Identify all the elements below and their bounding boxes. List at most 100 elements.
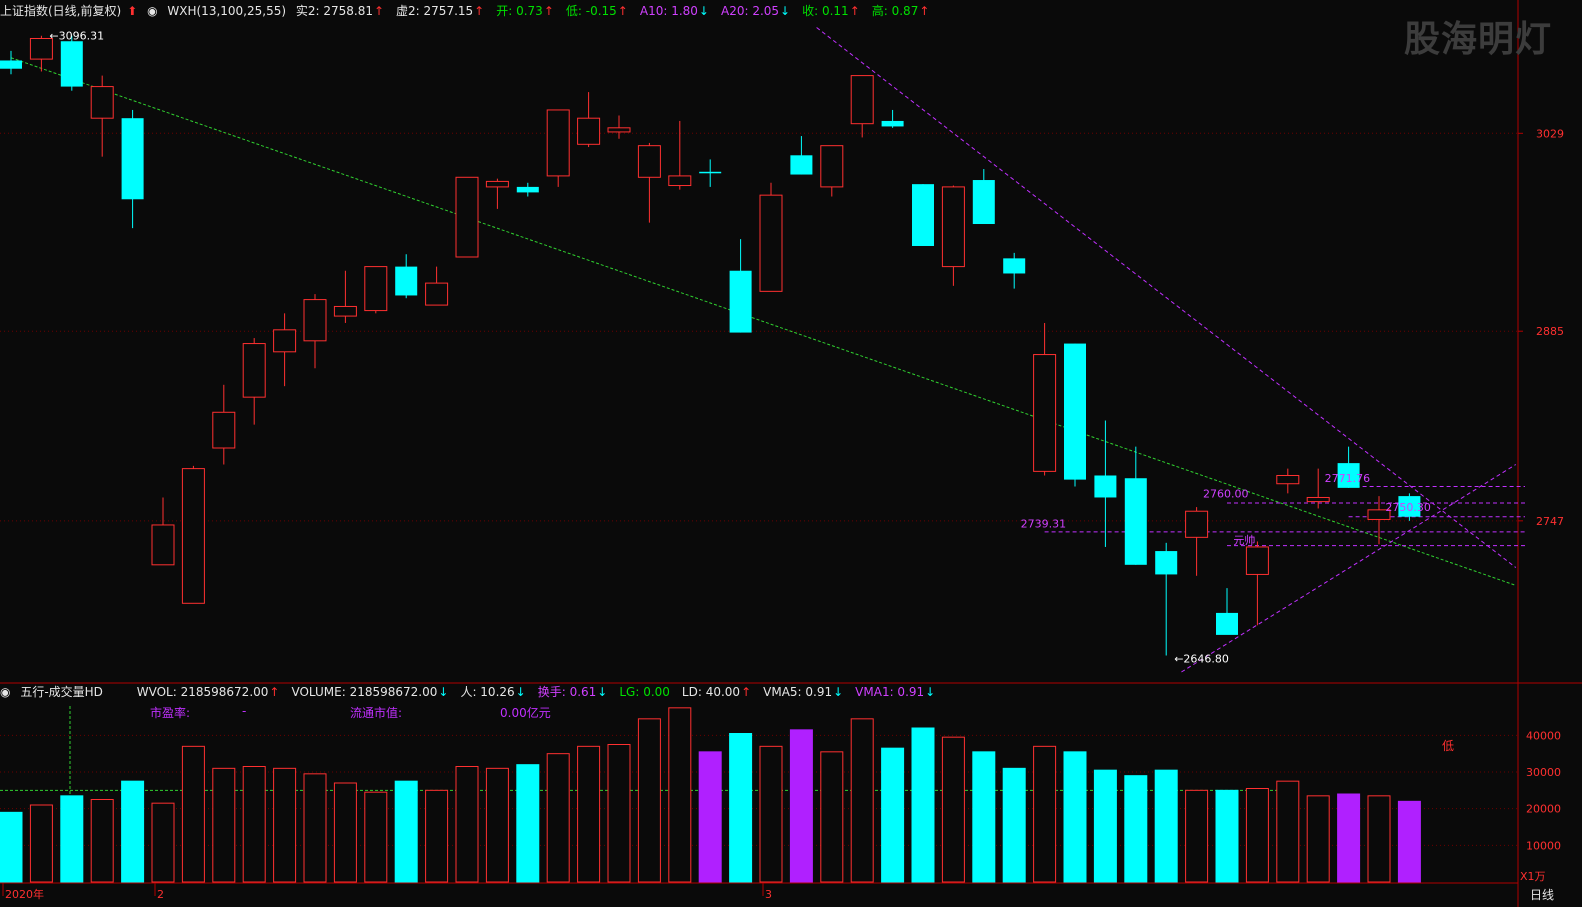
- volume-bar: [1215, 789, 1239, 883]
- chart-canvas[interactable]: 3029 2885 2747 40000 30000 20000 10000 X1万日线 202…: [0, 0, 1582, 907]
- volume-bar: [668, 707, 692, 883]
- volume-bar: [729, 733, 753, 883]
- volume-bar: [1306, 795, 1330, 883]
- volume-bar: [29, 804, 53, 883]
- candle-body: [759, 194, 783, 292]
- watermark-logo: 股海明灯: [1403, 19, 1552, 60]
- volume-value-item: LD: 40.00↑: [681, 685, 752, 699]
- candle-body: [303, 299, 327, 342]
- volume-value-item: VMA5: 0.91↓: [763, 685, 844, 699]
- up-arrow-icon: ⬆: [127, 4, 138, 18]
- volume-bar: [1367, 795, 1391, 883]
- candle-body: [455, 176, 479, 258]
- volume-bar: [121, 780, 145, 883]
- header-value-item: 高: 0.87↑: [871, 4, 930, 18]
- volume-values: WVOL: 218598672.00↑ VOLUME: 218598672.00↓…: [137, 685, 947, 699]
- symbol-title[interactable]: 上证指数(日线,前复权): [0, 4, 121, 18]
- volume-bar: [485, 767, 509, 883]
- volume-bar: [850, 718, 874, 883]
- volume-indicator-title[interactable]: 五行-成交量HD: [20, 685, 103, 699]
- candle-body: [1094, 475, 1117, 498]
- volume-bar: [1154, 769, 1178, 883]
- volume-tick-label: 30000: [1526, 766, 1561, 779]
- candle-body: [699, 171, 722, 174]
- volume-bar: [242, 766, 266, 883]
- indicator-values: 实2: 2758.81↑ 虚2: 2757.15↑ 开: 0.73↑ 低: -0.15…: [296, 4, 942, 18]
- header-value-item: 低: -0.15↑: [565, 4, 628, 18]
- candle-body: [668, 175, 692, 187]
- candle-body: [151, 524, 175, 566]
- volume-bar: [911, 727, 935, 883]
- settings-circle-icon[interactable]: ◉: [147, 4, 157, 18]
- candle-body: [881, 120, 904, 127]
- period-label: 日线: [1530, 888, 1554, 902]
- volume-bar: [0, 811, 23, 883]
- up-arrow-icon: ↑: [919, 4, 930, 18]
- volume-unit-label: X1万: [1520, 870, 1546, 883]
- down-arrow-icon: ↓: [515, 685, 526, 699]
- candle-body: [1033, 354, 1057, 472]
- up-arrow-icon: ↑: [849, 4, 860, 18]
- time-tick-label: 3: [765, 888, 772, 901]
- candle-body: [637, 145, 661, 178]
- stock-chart: 3029 2885 2747 40000 30000 20000 10000 X1万 日线 202…: [0, 0, 1582, 907]
- candle-body: [121, 118, 144, 200]
- up-arrow-icon: ↑: [373, 4, 385, 18]
- candle-body: [972, 180, 995, 225]
- volume-bar: [1337, 793, 1361, 883]
- volume-bar: [1397, 800, 1421, 883]
- time-tick-label: 2: [157, 888, 164, 901]
- down-arrow-icon: ↓: [597, 685, 608, 699]
- down-arrow-icon: ↓: [780, 4, 791, 18]
- trendline-magenta: [816, 27, 1517, 568]
- volume-header: ◉ 五行-成交量HD WVOL: 218598672.00↑ VOLUME: 21…: [0, 684, 953, 700]
- candle-body: [273, 329, 297, 353]
- candle-body: [181, 468, 205, 604]
- down-arrow-icon: ↓: [925, 685, 936, 699]
- candle-body: [60, 41, 83, 87]
- down-arrow-icon: ↓: [698, 4, 709, 18]
- price-annotation: 2760.00: [1203, 487, 1249, 500]
- trendline-green: [10, 57, 1516, 586]
- candle-body: [333, 305, 357, 317]
- candle-body: [1003, 258, 1026, 274]
- side-label: 低: [1442, 739, 1454, 753]
- header-value-item: 开: 0.73↑: [496, 4, 554, 18]
- indicator-name[interactable]: WXH(13,100,25,55): [167, 4, 286, 18]
- price-annotation: ←2646.80: [1174, 652, 1229, 665]
- price-tick-label: 2747: [1536, 515, 1564, 528]
- volume-tick-label: 20000: [1526, 803, 1561, 816]
- volume-bar: [881, 747, 905, 883]
- price-annotation: 2750.30: [1385, 501, 1431, 514]
- candle-body: [1185, 510, 1209, 538]
- volume-bar: [516, 764, 540, 883]
- volume-bar: [1033, 745, 1057, 883]
- up-arrow-icon: ↑: [474, 4, 485, 18]
- candle-body: [850, 75, 874, 125]
- volume-bar: [1276, 780, 1300, 883]
- price-annotation: 2739.31: [1021, 518, 1067, 531]
- candle-body: [516, 186, 539, 193]
- volume-bar: [1093, 769, 1117, 883]
- candle-body: [1245, 546, 1269, 575]
- volume-bar: [425, 789, 449, 883]
- volume-tick-label: 10000: [1526, 839, 1561, 852]
- candle-body: [607, 127, 631, 133]
- up-arrow-icon: ↑: [741, 685, 752, 699]
- volume-bar: [151, 802, 175, 883]
- candle-body: [546, 109, 570, 177]
- candle-body: [425, 282, 449, 306]
- candle-body: [242, 343, 266, 398]
- settings-circle-icon[interactable]: ◉: [0, 685, 10, 699]
- down-arrow-icon: ↓: [833, 685, 844, 699]
- candle-body: [0, 60, 22, 69]
- volume-bar: [941, 736, 965, 883]
- candle-body: [1216, 612, 1238, 635]
- volume-bar: [607, 744, 631, 883]
- volume-value-item: VMA1: 0.91↓: [855, 685, 936, 699]
- candle-body: [912, 184, 934, 246]
- volume-bar: [1245, 788, 1269, 883]
- candle-body: [1276, 474, 1300, 485]
- price-header: 上证指数(日线,前复权) ⬆ ◉ WXH(13,100,25,55) 实2: 27…: [0, 2, 947, 20]
- up-arrow-icon: ↑: [617, 4, 628, 18]
